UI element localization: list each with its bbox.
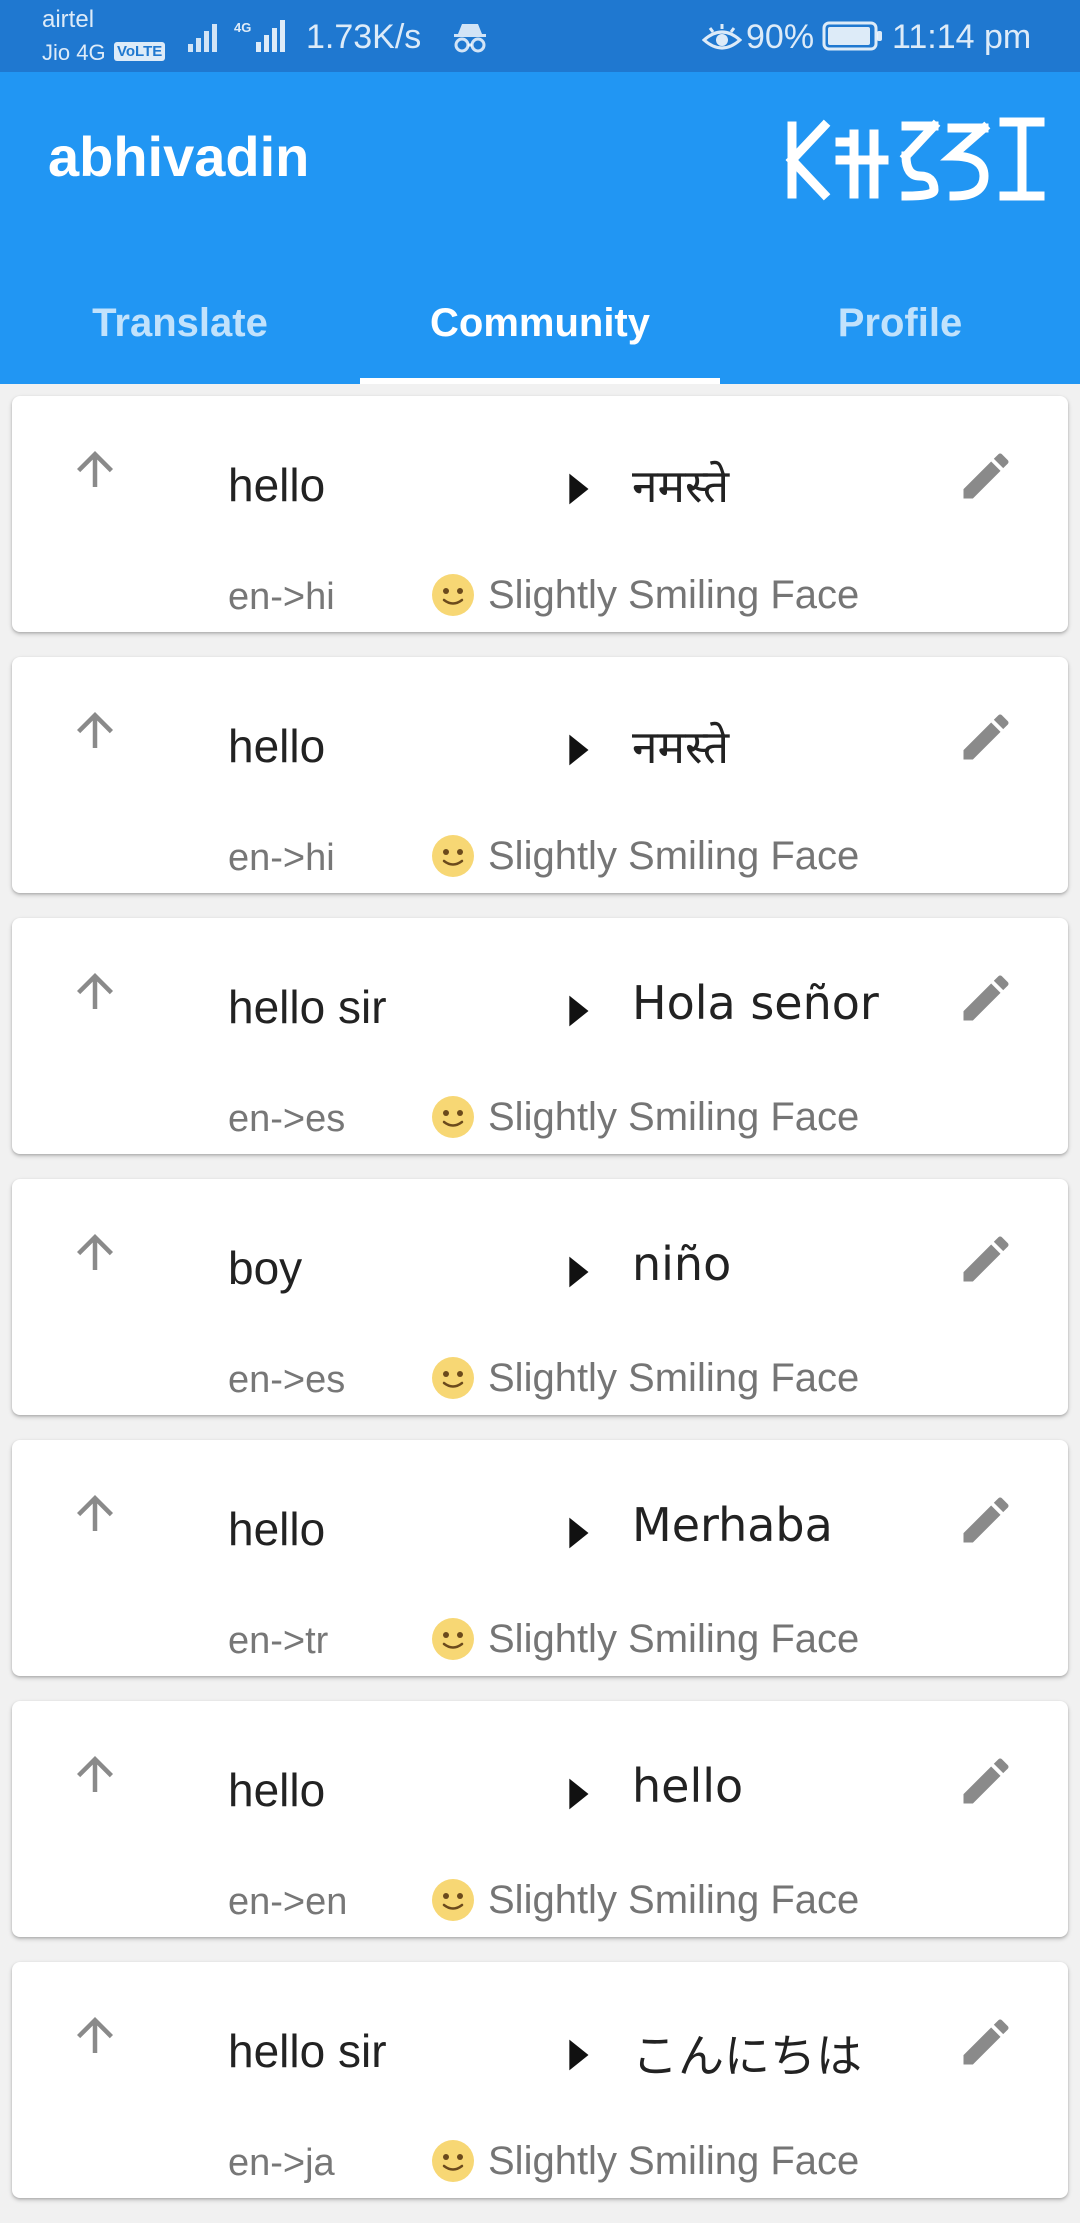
translation-card[interactable]: hello hello en->en Slightly Smiling Face	[12, 1701, 1068, 1937]
language-pair: en->en	[228, 1881, 348, 1923]
translation-card[interactable]: hello नमस्ते en->hi Slightly Smiling Fac…	[12, 657, 1068, 893]
pencil-icon[interactable]	[956, 1490, 1016, 1550]
language-pair: en->es	[228, 1359, 346, 1401]
play-arrow-icon	[569, 1256, 589, 1288]
pencil-icon[interactable]	[956, 2012, 1016, 2072]
arrow-up-icon[interactable]	[68, 964, 122, 1018]
tab-indicator	[360, 378, 720, 384]
network-type-label: 4G	[234, 20, 251, 35]
slightly-smiling-face-emoji-icon	[432, 2140, 474, 2182]
translation-card[interactable]: boy niño en->es Slightly Smiling Face	[12, 1179, 1068, 1415]
language-pair: en->es	[228, 1098, 346, 1140]
eye-comfort-icon	[702, 24, 742, 50]
target-text: hello	[632, 1759, 744, 1813]
slightly-smiling-face-emoji-icon	[432, 574, 474, 616]
pencil-icon[interactable]	[956, 1229, 1016, 1289]
pencil-icon[interactable]	[956, 1751, 1016, 1811]
pencil-icon[interactable]	[956, 707, 1016, 767]
play-arrow-icon	[569, 2039, 589, 2071]
reaction-text: Slightly Smiling Face	[488, 572, 860, 617]
reaction-label: Slightly Smiling Face	[430, 572, 859, 618]
play-arrow-icon	[569, 995, 589, 1027]
source-text: hello sir	[228, 981, 387, 1033]
target-text: niño	[632, 1237, 732, 1291]
target-text: こんにちは	[632, 2029, 862, 2083]
app-title: abhivadin	[48, 125, 310, 188]
target-text: नमस्ते	[632, 720, 730, 774]
reaction-label: Slightly Smiling Face	[430, 1616, 859, 1662]
carrier-name-primary: airtel	[42, 6, 95, 33]
battery-percentage: 90%	[746, 18, 815, 56]
reaction-text: Slightly Smiling Face	[488, 1094, 860, 1139]
slightly-smiling-face-emoji-icon	[432, 835, 474, 877]
tab-bar: Translate Community Profile	[0, 262, 1080, 384]
app-logo-icon	[785, 117, 1045, 201]
pencil-icon[interactable]	[956, 446, 1016, 506]
reaction-text: Slightly Smiling Face	[488, 1616, 860, 1661]
language-pair: en->tr	[228, 1620, 329, 1662]
language-pair: en->ja	[228, 2142, 335, 2184]
slightly-smiling-face-emoji-icon	[432, 1618, 474, 1660]
play-arrow-icon	[569, 473, 589, 505]
reaction-text: Slightly Smiling Face	[488, 1877, 860, 1922]
tab-community[interactable]: Community	[360, 262, 720, 384]
translation-card[interactable]: hello sir こんにちは en->ja Slightly Smiling …	[12, 1962, 1068, 2198]
language-pair: en->hi	[228, 837, 335, 879]
target-text: नमस्ते	[632, 459, 730, 513]
source-text: hello sir	[228, 2025, 387, 2077]
play-arrow-icon	[569, 1517, 589, 1549]
source-text: hello	[228, 720, 326, 772]
translation-list[interactable]: hello नमस्ते en->hi Slightly Smiling Fac…	[12, 396, 1068, 2223]
reaction-text: Slightly Smiling Face	[488, 2138, 860, 2183]
arrow-up-icon[interactable]	[68, 703, 122, 757]
translation-card[interactable]: hello sir Hola señor en->es Slightly Smi…	[12, 918, 1068, 1154]
status-bar: airtel Jio 4G VoLTE 4G 1.73K/s 90% 11:14…	[0, 0, 1080, 72]
signal-strength-icon	[188, 24, 217, 52]
network-speed: 1.73K/s	[306, 18, 422, 56]
volte-badge: VoLTE	[114, 42, 166, 61]
source-text: boy	[228, 1242, 303, 1294]
source-text: hello	[228, 459, 326, 511]
reaction-label: Slightly Smiling Face	[430, 2138, 859, 2184]
play-arrow-icon	[569, 1778, 589, 1810]
reaction-label: Slightly Smiling Face	[430, 1094, 859, 1140]
source-text: hello	[228, 1503, 326, 1555]
arrow-up-icon[interactable]	[68, 1747, 122, 1801]
translation-card[interactable]: hello Merhaba en->tr Slightly Smiling Fa…	[12, 1440, 1068, 1676]
play-arrow-icon	[569, 734, 589, 766]
slightly-smiling-face-emoji-icon	[432, 1357, 474, 1399]
language-pair: en->hi	[228, 576, 335, 618]
reaction-label: Slightly Smiling Face	[430, 833, 859, 879]
reaction-text: Slightly Smiling Face	[488, 833, 860, 878]
arrow-up-icon[interactable]	[68, 442, 122, 496]
slightly-smiling-face-emoji-icon	[432, 1096, 474, 1138]
signal-4g-icon: 4G	[234, 20, 285, 52]
target-text: Merhaba	[632, 1498, 833, 1552]
clock: 11:14 pm	[892, 18, 1032, 56]
reaction-label: Slightly Smiling Face	[430, 1877, 859, 1923]
source-text: hello	[228, 1764, 326, 1816]
app-bar: abhivadin Translate Community Profile	[0, 72, 1080, 384]
arrow-up-icon[interactable]	[68, 2008, 122, 2062]
reaction-text: Slightly Smiling Face	[488, 1355, 860, 1400]
battery-icon	[822, 21, 882, 51]
reaction-label: Slightly Smiling Face	[430, 1355, 859, 1401]
incognito-icon	[454, 24, 486, 53]
slightly-smiling-face-emoji-icon	[432, 1879, 474, 1921]
arrow-up-icon[interactable]	[68, 1225, 122, 1279]
pencil-icon[interactable]	[956, 968, 1016, 1028]
target-text: Hola señor	[632, 976, 879, 1030]
carrier-name-secondary: Jio 4G	[42, 40, 106, 65]
tab-translate[interactable]: Translate	[0, 262, 360, 384]
arrow-up-icon[interactable]	[68, 1486, 122, 1540]
translation-card[interactable]: hello नमस्ते en->hi Slightly Smiling Fac…	[12, 396, 1068, 632]
tab-profile[interactable]: Profile	[720, 262, 1080, 384]
